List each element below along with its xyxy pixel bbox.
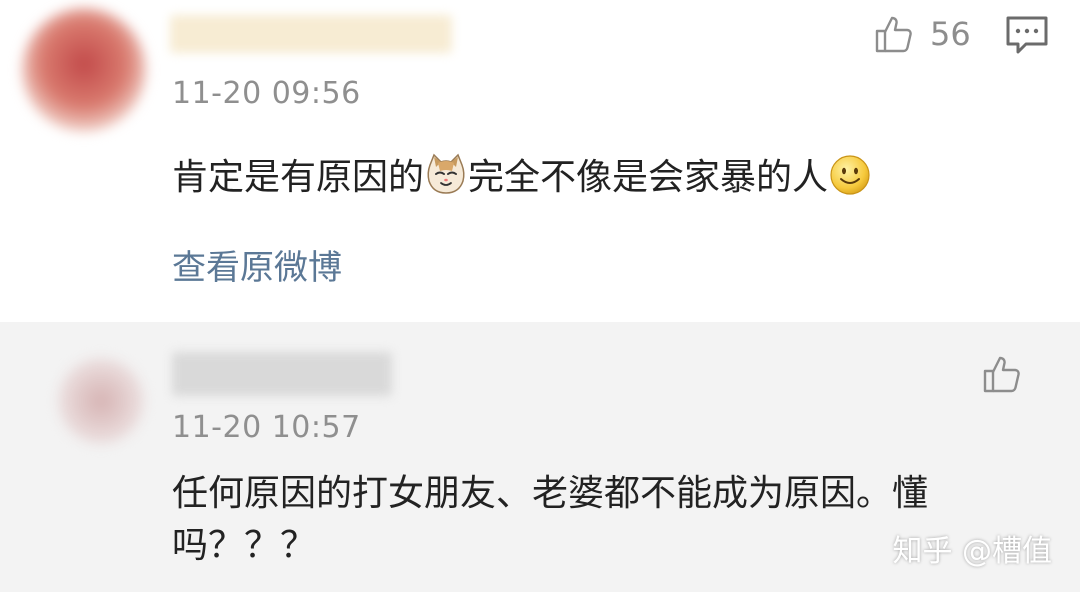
comment-time: 11-20 10:57 — [172, 410, 361, 445]
thumbs-up-icon — [875, 16, 912, 53]
comment-time: 11-20 09:56 — [172, 76, 361, 111]
comment-text: 肯定是有原因的 完全不像是会家暴的人 — [172, 152, 872, 204]
comment-text-part: 肯定是有原因的 — [172, 157, 425, 198]
comment-text-part: 完全不像是会家暴的人 — [468, 157, 829, 198]
avatar[interactable] — [22, 8, 146, 132]
like-button[interactable]: 56 — [872, 12, 971, 56]
like-button[interactable] — [980, 352, 1024, 396]
comment-item-1: 56 11-20 09:56 肯定是有原因的 完全不像是会家暴的人 查看原微博 — [0, 0, 1080, 322]
watermark: 知乎 @槽值 — [892, 534, 1052, 569]
comment-reply-icon[interactable] — [1004, 12, 1050, 58]
smile-face-icon — [830, 155, 870, 195]
thumbs-up-icon — [983, 356, 1020, 393]
username-blurred[interactable] — [172, 352, 392, 396]
cat-face-icon — [427, 153, 465, 194]
view-original-weibo-link[interactable]: 查看原微博 — [172, 240, 342, 289]
like-count: 56 — [930, 15, 971, 53]
comment-text: 任何原因的打女朋友、老婆都不能成为原因。懂吗？？？ — [172, 473, 929, 566]
username-blurred[interactable] — [170, 15, 452, 53]
avatar[interactable] — [58, 358, 144, 444]
